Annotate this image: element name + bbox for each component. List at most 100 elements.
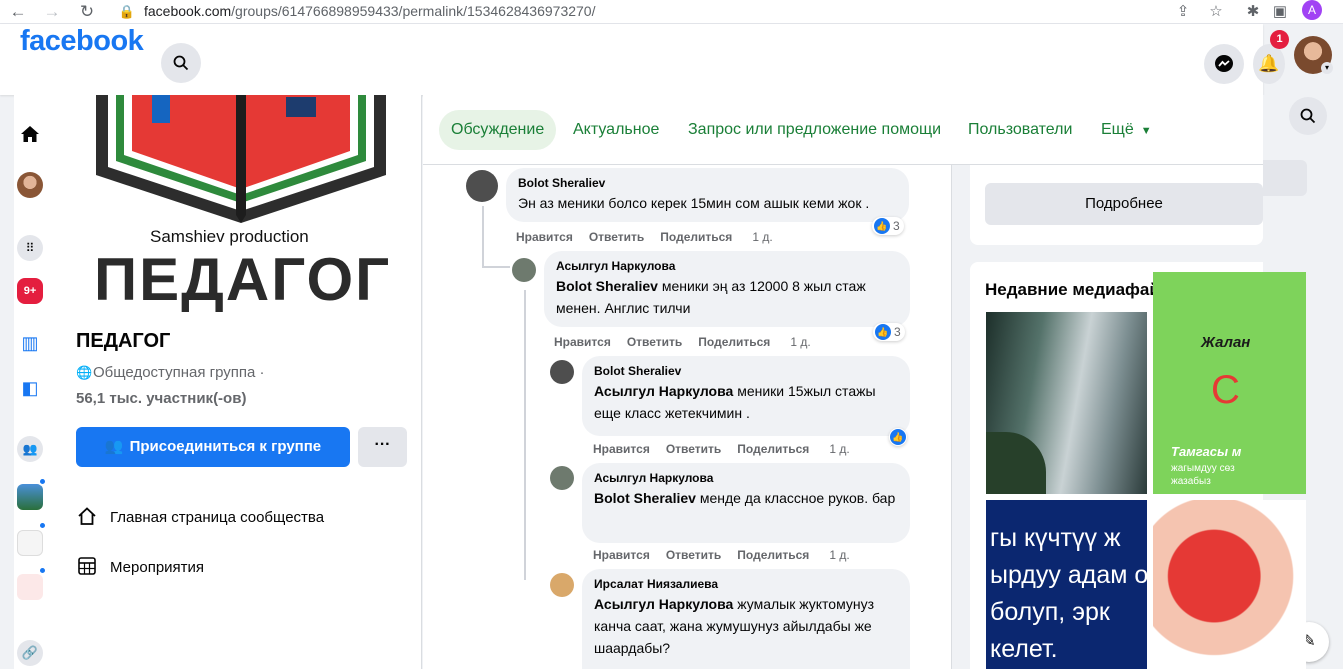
comment-bubble: Асылгул Наркулова Bolot Sheraliev менде … [582, 463, 910, 543]
comment-time[interactable]: 1 д. [829, 548, 849, 562]
group-member-count[interactable]: 56,1 тыс. участник(-ов) [76, 390, 246, 407]
extensions-icon[interactable]: ✱ [1244, 3, 1262, 21]
like-link[interactable]: Нравится [516, 230, 573, 244]
cover-brand-text: Samshiev production [150, 227, 309, 246]
mention-link[interactable]: Bolot Sheraliev [594, 490, 696, 506]
share-link[interactable]: Поделиться [698, 335, 770, 349]
like-link[interactable]: Нравится [593, 442, 650, 456]
comment-actions: Нравится Ответить Поделиться 1 д. [516, 230, 773, 244]
browser-profile-avatar[interactable]: A [1302, 0, 1322, 20]
facebook-logo[interactable]: facebook [20, 25, 144, 58]
tab-more[interactable]: Ещё ▼ [1089, 110, 1164, 150]
notifications-badge-icon[interactable]: 9+ [17, 278, 43, 304]
side-panel-icon[interactable]: ▣ [1271, 3, 1289, 21]
reply-link[interactable]: Ответить [666, 442, 721, 456]
profile-avatar-icon[interactable] [17, 172, 43, 198]
like-link[interactable]: Нравится [593, 548, 650, 562]
tile-text: гы күчтүү ж ырдуу адам о болуп, эрк келе… [990, 524, 1147, 663]
reaction-count[interactable]: 👍 [889, 428, 907, 446]
share-icon[interactable]: ⇪ [1174, 3, 1192, 21]
events-link[interactable]: Мероприятия [76, 556, 204, 578]
share-link[interactable]: Поделиться [737, 442, 809, 456]
avatar[interactable] [466, 170, 498, 202]
lock-icon[interactable]: 🔒 [117, 2, 137, 22]
group-shortcut-3-icon[interactable] [17, 574, 43, 600]
home-icon[interactable] [17, 121, 43, 147]
avatar[interactable] [550, 466, 574, 490]
group-shortcut-2-icon[interactable] [17, 530, 43, 556]
media-tile-green-poster[interactable]: Жалан С Тамгасы м жагымдуу сөз жазабыз [1153, 272, 1306, 494]
mention-link[interactable]: Асылгул Наркулова [594, 596, 733, 612]
group-more-options-button[interactable]: ··· [358, 427, 407, 467]
community-home-label: Главная страница сообщества [110, 508, 325, 526]
reply-link[interactable]: Ответить [627, 335, 682, 349]
tab-members[interactable]: Пользователи [956, 110, 1084, 150]
tile-text: жагымдуу сөз [1171, 463, 1235, 474]
messenger-icon[interactable] [1204, 44, 1244, 84]
comment-author[interactable]: Асылгул Наркулова [594, 471, 898, 485]
comment-bubble: Асылгул Наркулова Bolot Sheraliev меники… [544, 251, 910, 327]
forward-icon[interactable]: → [42, 2, 62, 22]
reaction-count[interactable]: 👍 3 [872, 217, 904, 235]
comment-actions: Нравится Ответить Поделиться 1 д. [593, 442, 850, 456]
search-icon[interactable] [161, 43, 201, 83]
unread-dot [38, 521, 47, 530]
reply-link[interactable]: Ответить [666, 548, 721, 562]
marketplace-icon[interactable]: ▥ [17, 330, 43, 356]
comment-text: Эн аз меники болсо керек 15мин сом ашык … [518, 195, 870, 211]
avatar[interactable] [512, 258, 536, 282]
share-link[interactable]: Поделиться [660, 230, 732, 244]
media-tile-heart-hands[interactable] [1153, 500, 1306, 669]
tile-text: Тамгасы м [1171, 444, 1242, 459]
media-tile-text-poster[interactable]: гы күчтүү ж ырдуу адам о болуп, эрк келе… [986, 500, 1147, 669]
back-icon[interactable]: ← [8, 2, 28, 22]
tab-featured[interactable]: Актуальное [561, 110, 671, 150]
thread-line [482, 206, 484, 268]
more-info-button[interactable]: Подробнее [985, 183, 1263, 225]
group-shortcut-1-icon[interactable] [17, 484, 43, 510]
comment-time[interactable]: 1 д. [790, 335, 810, 349]
reaction-number: 3 [894, 325, 901, 339]
avatar[interactable] [550, 360, 574, 384]
menu-grid-icon[interactable]: ⠿ [17, 235, 43, 261]
right-strip-button[interactable] [1263, 160, 1307, 196]
comment-author[interactable]: Bolot Sheraliev [594, 364, 898, 378]
tile-text: С [1211, 368, 1240, 412]
tab-discussion[interactable]: Обсуждение [439, 110, 557, 150]
comment-bubble: Bolot Sheraliev Эн аз меники болсо керек… [506, 168, 909, 222]
unread-dot [38, 477, 47, 486]
like-link[interactable]: Нравится [554, 335, 611, 349]
comment-text: менде да классное руков. бар [699, 490, 896, 506]
link-icon[interactable]: 🔗 [17, 640, 43, 666]
groups-icon[interactable]: 👥 [17, 436, 43, 462]
notifications-bell-icon[interactable]: 🔔 [1253, 44, 1285, 84]
reply-link[interactable]: Ответить [589, 230, 644, 244]
bookmark-star-icon[interactable]: ☆ [1207, 3, 1225, 21]
group-name[interactable]: ПЕДАГОГ [76, 330, 170, 353]
group-privacy-type: Общедоступная группа · [93, 364, 265, 381]
comment-time[interactable]: 1 д. [829, 442, 849, 456]
reaction-count[interactable]: 👍 3 [873, 323, 905, 341]
caret-down-icon: ▼ [1140, 125, 1152, 137]
share-link[interactable]: Поделиться [737, 548, 809, 562]
comment-author[interactable]: Bolot Sheraliev [518, 176, 897, 190]
reaction-number: 3 [893, 219, 900, 233]
reload-icon[interactable]: ↻ [77, 2, 97, 22]
comment-bubble: Bolot Sheraliev Асылгул Наркулова меники… [582, 356, 910, 436]
tab-help-requests[interactable]: Запрос или предложение помощи [676, 110, 953, 150]
community-home-link[interactable]: Главная страница сообщества [76, 506, 324, 528]
avatar[interactable] [550, 573, 574, 597]
mention-link[interactable]: Асылгул Наркулова [594, 383, 733, 399]
feeds-icon[interactable]: ◧ [17, 375, 43, 401]
comment-author[interactable]: Ирсалат Ниязалиева [594, 577, 898, 591]
media-tile-waterfall[interactable] [986, 312, 1147, 494]
comment-bubble: Ирсалат Ниязалиева Асылгул Наркулова жум… [582, 569, 910, 669]
comment-time[interactable]: 1 д. [752, 230, 772, 244]
mention-link[interactable]: Bolot Sheraliev [556, 278, 658, 294]
account-chevron-icon[interactable]: ▾ [1321, 62, 1333, 74]
comment-author[interactable]: Асылгул Наркулова [556, 259, 898, 273]
contacts-search-icon[interactable] [1289, 97, 1327, 135]
tile-text: Жалан [1201, 334, 1251, 351]
address-bar[interactable]: facebook.com/groups/614766898959433/perm… [144, 3, 596, 19]
join-group-button[interactable]: 👥 Присоединиться к группе [76, 427, 350, 467]
